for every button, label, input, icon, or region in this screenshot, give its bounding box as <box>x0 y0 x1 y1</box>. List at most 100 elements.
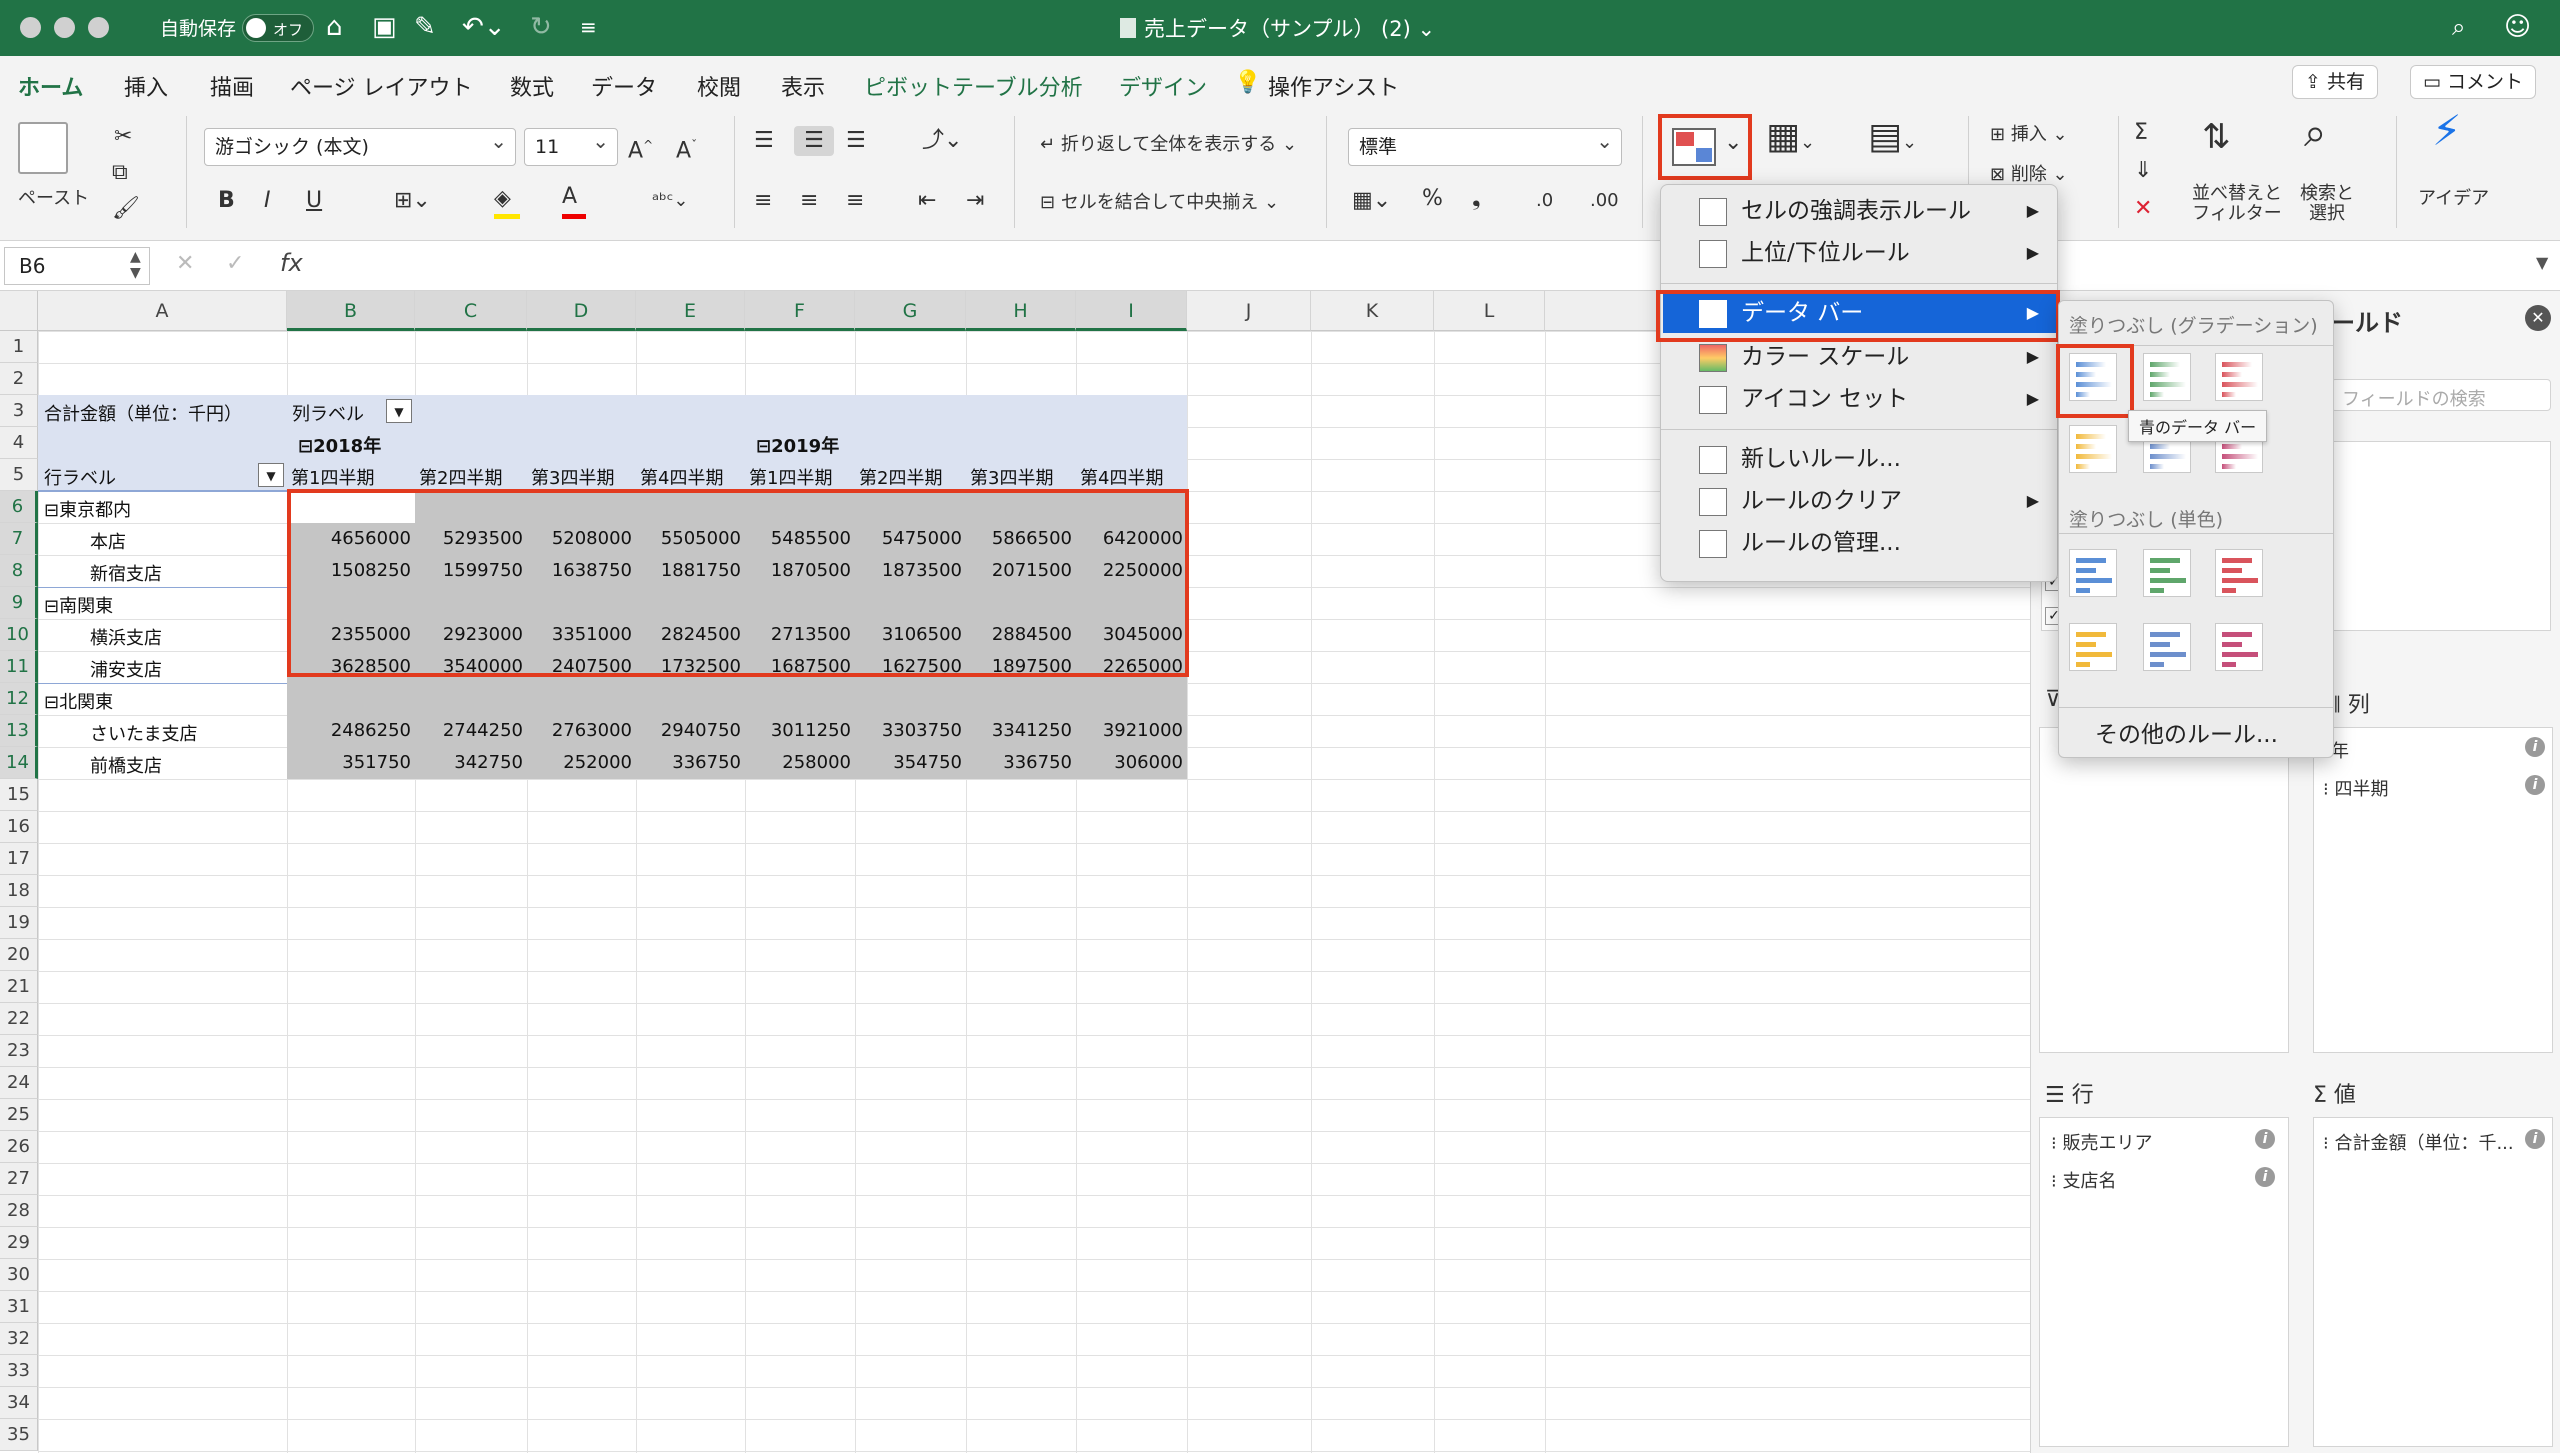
table-cell[interactable]: 1870500 <box>745 560 855 581</box>
smiley-feedback-icon[interactable]: ☺ <box>2504 10 2531 44</box>
table-cell[interactable]: 5293500 <box>415 528 527 549</box>
table-cell[interactable]: 1732500 <box>636 656 745 677</box>
shrink-font-button[interactable]: Aˇ <box>676 130 697 166</box>
column-header-E[interactable]: E <box>636 291 745 331</box>
databar-swatch-8[interactable] <box>2215 549 2263 597</box>
tab-data[interactable]: データ <box>591 70 657 102</box>
zoom-window-button[interactable] <box>88 17 109 38</box>
accounting-format-icon[interactable]: ▦⌄ <box>1352 186 1391 216</box>
table-cell[interactable]: 2763000 <box>527 720 636 741</box>
column-header-G[interactable]: G <box>855 291 966 331</box>
fill-color-icon[interactable]: ◈ <box>494 184 520 219</box>
year-2019-header[interactable]: ⊟2019年 <box>756 432 839 458</box>
row-header-7[interactable]: 7 <box>0 523 38 555</box>
customize-toolbar-icon[interactable]: ≡ <box>580 10 597 44</box>
tab-insert[interactable]: 挿入 <box>124 70 168 102</box>
insert-cells-button[interactable]: ⊞ 挿入 ⌄ <box>1990 120 2068 150</box>
info-icon[interactable]: i <box>2255 1167 2275 1187</box>
table-cell[interactable]: 1881750 <box>636 560 745 581</box>
table-cell[interactable]: 5475000 <box>855 528 966 549</box>
row-header-21[interactable]: 21 <box>0 971 38 1003</box>
column-header-D[interactable]: D <box>527 291 636 331</box>
menu-new-rule[interactable]: 新しいルール... <box>1663 439 2057 479</box>
info-icon[interactable]: i <box>2525 737 2545 757</box>
info-icon[interactable]: i <box>2525 1129 2545 1149</box>
databar-swatch-6[interactable] <box>2069 549 2117 597</box>
row-header-12[interactable]: 12 <box>0 683 38 715</box>
values-area[interactable] <box>2313 1117 2553 1447</box>
cell-styles-icon[interactable]: ▤⌄ <box>1868 119 1917 158</box>
font-color-icon[interactable]: A <box>562 182 586 219</box>
row-header-17[interactable]: 17 <box>0 843 38 875</box>
databar-swatch-3[interactable] <box>2069 425 2117 473</box>
row-header-5[interactable]: 5 <box>0 459 38 491</box>
table-cell[interactable]: 1627500 <box>855 656 966 677</box>
home-icon[interactable]: ⌂ <box>326 10 343 44</box>
table-cell[interactable]: 5866500 <box>966 528 1076 549</box>
ideas-label[interactable]: アイデア <box>2418 184 2489 214</box>
number-format-combo[interactable]: 標準 <box>1348 123 1622 166</box>
row-header-10[interactable]: 10 <box>0 619 38 651</box>
tab-design[interactable]: デザイン <box>1119 70 1207 102</box>
databar-swatch-0[interactable] <box>2069 353 2117 401</box>
row-header-34[interactable]: 34 <box>0 1387 38 1419</box>
wrap-text-button[interactable]: ↵ 折り返して全体を表示する ⌄ <box>1040 130 1297 160</box>
row-header-27[interactable]: 27 <box>0 1163 38 1195</box>
search-icon[interactable]: ⌕ <box>2452 10 2465 44</box>
row-header-8[interactable]: 8 <box>0 555 38 587</box>
databar-swatch-11[interactable] <box>2215 623 2263 671</box>
italic-button[interactable]: I <box>264 186 271 216</box>
decrease-decimal-button[interactable]: .00 <box>1590 186 1619 216</box>
table-cell[interactable]: 3351000 <box>527 624 636 645</box>
menu-clear-rules[interactable]: ルールのクリア ▶ <box>1663 481 2057 521</box>
undo-icon[interactable]: ↶⌄ <box>462 10 506 44</box>
clear-icon[interactable]: ✕ <box>2134 194 2152 224</box>
insert-function-button[interactable]: fx <box>280 249 303 277</box>
save-as-icon[interactable]: ✎ <box>414 10 436 44</box>
row-header-26[interactable]: 26 <box>0 1131 38 1163</box>
align-center-icon[interactable]: ≡ <box>800 186 818 216</box>
tab-tell-me[interactable]: 操作アシスト <box>1268 70 1399 102</box>
tab-formulas[interactable]: 数式 <box>510 70 554 102</box>
formula-input[interactable] <box>330 249 2520 283</box>
enter-formula-button[interactable]: ✓ <box>226 251 244 276</box>
row-field-area[interactable]: ⁝ 販売エリア <box>2051 1129 2152 1155</box>
databar-swatch-10[interactable] <box>2143 623 2191 671</box>
table-cell[interactable]: 336750 <box>966 752 1076 773</box>
databar-swatch-7[interactable] <box>2143 549 2191 597</box>
save-icon[interactable]: ▣ <box>372 10 397 44</box>
row-header-24[interactable]: 24 <box>0 1067 38 1099</box>
databar-swatch-1[interactable] <box>2143 353 2191 401</box>
column-header-I[interactable]: I <box>1076 291 1187 331</box>
row-header-16[interactable]: 16 <box>0 811 38 843</box>
bold-button[interactable]: B <box>218 186 235 216</box>
close-pane-icon[interactable]: ✕ <box>2525 305 2551 331</box>
row-header-33[interactable]: 33 <box>0 1355 38 1387</box>
region-row[interactable]: ⊟東京都内 <box>44 496 131 522</box>
row-header-22[interactable]: 22 <box>0 1003 38 1035</box>
row-header-4[interactable]: 4 <box>0 427 38 459</box>
column-header-C[interactable]: C <box>415 291 527 331</box>
region-row[interactable]: ⊟北関東 <box>44 688 113 714</box>
table-cell[interactable]: 2884500 <box>966 624 1076 645</box>
menu-manage-rules[interactable]: ルールの管理... <box>1663 523 2057 563</box>
value-field-amount[interactable]: ⁝ 合計金額（単位：千... <box>2323 1129 2514 1155</box>
redo-icon[interactable]: ↻ <box>530 10 552 44</box>
table-cell[interactable]: 3628500 <box>287 656 415 677</box>
table-cell[interactable]: 5485500 <box>745 528 855 549</box>
select-all-corner[interactable] <box>0 291 38 331</box>
table-cell[interactable]: 2265000 <box>1076 656 1187 677</box>
table-cell[interactable]: 354750 <box>855 752 966 773</box>
paste-icon[interactable] <box>18 122 68 174</box>
borders-icon[interactable]: ⊞⌄ <box>394 186 431 216</box>
field-search-input[interactable]: フィールドの検索 <box>2331 379 2551 411</box>
row-header-13[interactable]: 13 <box>0 715 38 747</box>
table-cell[interactable]: 2407500 <box>527 656 636 677</box>
copy-icon[interactable]: ⧉ <box>112 158 128 188</box>
table-cell[interactable]: 5208000 <box>527 528 636 549</box>
column-header-K[interactable]: K <box>1311 291 1434 331</box>
name-box-stepper-icon[interactable]: ▲ ▼ <box>130 249 141 281</box>
menu-top-bottom-rules[interactable]: 上位/下位ルール ▶ <box>1663 233 2057 273</box>
table-cell[interactable]: 3106500 <box>855 624 966 645</box>
fill-down-icon[interactable]: ⇓ <box>2134 156 2152 186</box>
